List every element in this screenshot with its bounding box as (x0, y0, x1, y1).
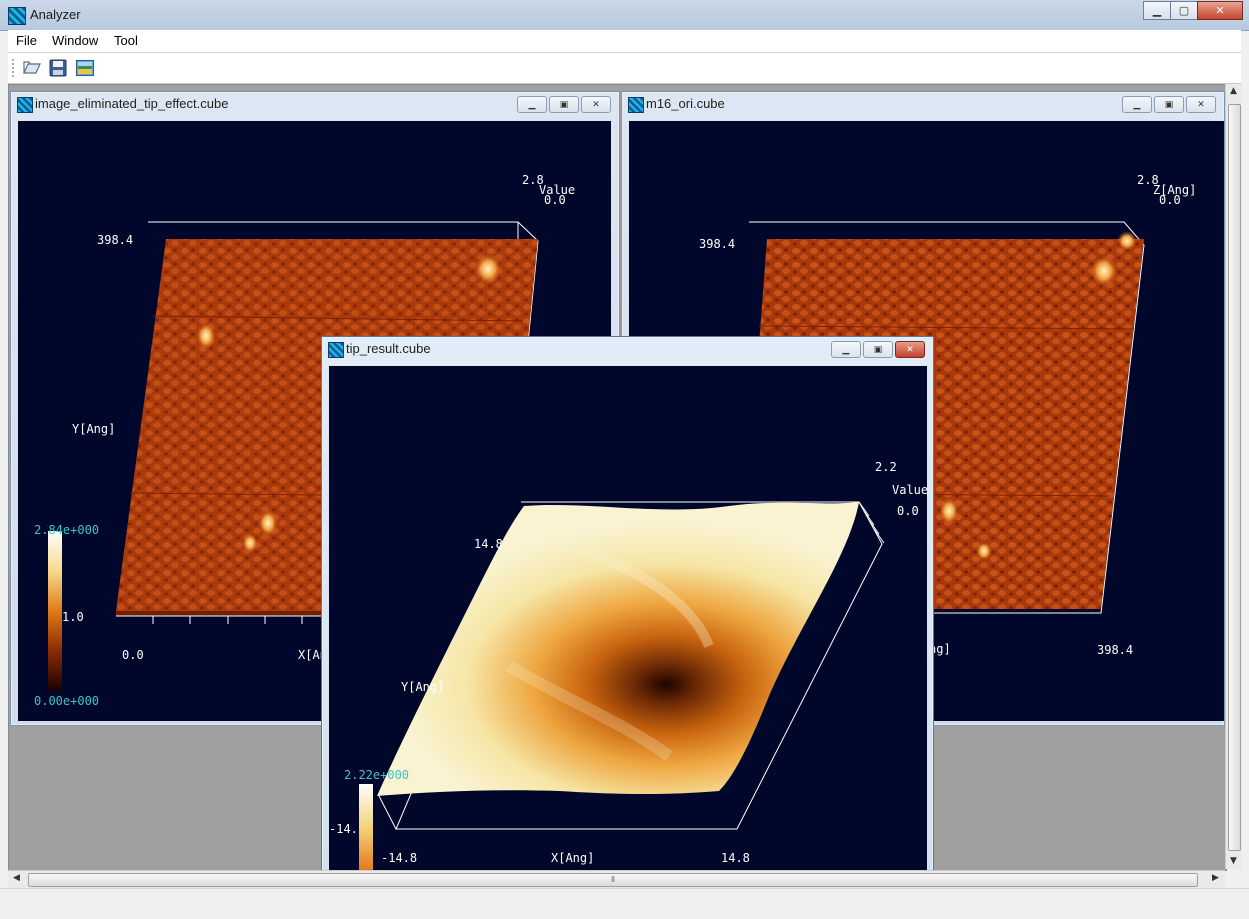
horizontal-scroll-thumb[interactable]: ⦀ (28, 873, 1198, 887)
y-max-label: 14.8 (474, 537, 503, 551)
x-axis-label: X[Ang] (551, 851, 595, 865)
vertical-scroll-thumb[interactable] (1228, 104, 1241, 851)
close-button[interactable]: ✕ (1197, 1, 1243, 20)
status-bar (0, 888, 1249, 919)
image-icon[interactable] (75, 58, 95, 78)
y-min-label: -14. (329, 822, 358, 836)
minimize-button[interactable]: ▁ (831, 341, 861, 358)
menu-window[interactable]: Window (52, 33, 98, 48)
subwindow-controls: ▁ ▣ ✕ (831, 341, 925, 358)
z-axis-label: Value (892, 483, 927, 497)
close-button[interactable]: ✕ (581, 96, 611, 113)
y-axis-label: Y[Ang] (401, 680, 445, 694)
scroll-left-arrow-icon[interactable]: ◀ (13, 873, 20, 883)
minimize-button[interactable]: ▁ (1122, 96, 1152, 113)
subwindow-title: tip_result.cube (346, 341, 431, 356)
restore-button[interactable]: ▣ (863, 341, 893, 358)
colorbar-min-label: 0.00e+000 (34, 694, 100, 708)
maximize-button[interactable]: ▢ (1170, 1, 1198, 20)
restore-button[interactable]: ▣ (549, 96, 579, 113)
cube-file-icon (17, 97, 33, 113)
colorbar-mid-label: 1.0 (62, 610, 84, 624)
vertical-scrollbar[interactable]: ▲ ▼ (1225, 84, 1242, 869)
scroll-right-arrow-icon[interactable]: ▶ (1212, 873, 1219, 883)
subwindow-controls: ▁ ▣ ✕ (517, 96, 611, 113)
horizontal-scrollbar[interactable]: ◀ ⦀ ▶ (8, 870, 1225, 888)
y-max-label: 398.4 (97, 233, 134, 247)
menu-file[interactable]: File (16, 33, 37, 48)
app-icon (8, 7, 26, 25)
colorbar-max-label: 2.22e+000 (344, 768, 410, 782)
save-icon[interactable] (48, 58, 68, 78)
z-max-label: 2.2 (875, 460, 897, 474)
z-min-label: 0.0 (897, 504, 919, 518)
z-min-label: 0.0 (1159, 193, 1181, 207)
minimize-button[interactable]: ▁ (517, 96, 547, 113)
subwindow-title: m16_ori.cube (646, 96, 725, 111)
subwindow-tip-result[interactable]: tip_result.cube ▁ ▣ ✕ 2.2 Value 0.0 14.8… (321, 336, 934, 872)
minimize-button[interactable]: ▁ (1143, 1, 1171, 20)
y-max-label: 398.4 (699, 237, 736, 251)
x-max-label: 398.4 (1097, 643, 1134, 657)
scroll-up-arrow-icon[interactable]: ▲ (1230, 86, 1237, 96)
subwindow-title: image_eliminated_tip_effect.cube (35, 96, 229, 111)
close-button[interactable]: ✕ (1186, 96, 1216, 113)
z-min-label: 0.0 (544, 193, 566, 207)
menu-tool[interactable]: Tool (114, 33, 138, 48)
menu-bar: File Window Tool (8, 30, 1241, 53)
toolbar (8, 53, 1241, 84)
toolbar-grip[interactable] (12, 59, 17, 77)
plot-canvas-front[interactable]: 2.2 Value 0.0 14.8 Y[Ang] -14. -14.8 X[A… (329, 366, 927, 871)
cube-file-icon (328, 342, 344, 358)
restore-button[interactable]: ▣ (1154, 96, 1184, 113)
close-button[interactable]: ✕ (895, 341, 925, 358)
subwindow-controls: ▁ ▣ ✕ (1122, 96, 1216, 113)
y-axis-label: Y[Ang] (72, 422, 116, 436)
x-max-label: 14.8 (721, 851, 750, 865)
app-titlebar: Analyzer ▁ ▢ ✕ (0, 0, 1249, 31)
colorbar-max-label: 2.84e+000 (34, 523, 100, 537)
app-title: Analyzer (30, 7, 81, 22)
window-controls: ▁ ▢ ✕ (1143, 1, 1243, 20)
cube-file-icon (628, 97, 644, 113)
folder-open-icon[interactable] (22, 58, 42, 78)
scroll-down-arrow-icon[interactable]: ▼ (1230, 856, 1237, 866)
x-min-label: -14.8 (381, 851, 418, 865)
x-min-label: 0.0 (122, 648, 144, 662)
